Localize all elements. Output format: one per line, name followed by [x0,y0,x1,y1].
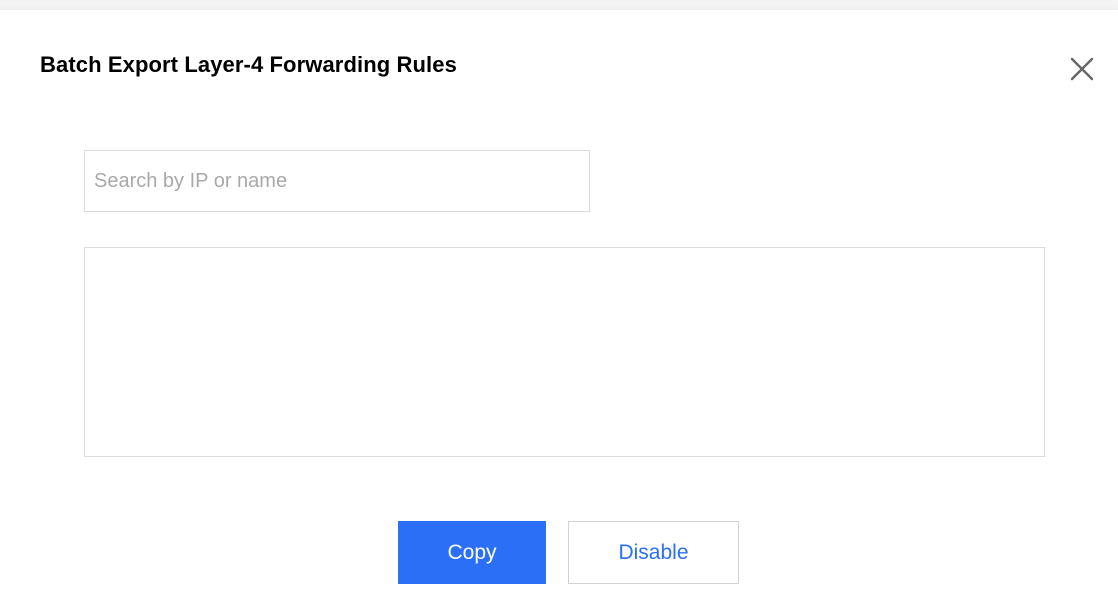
disable-button-label: Disable [618,540,689,564]
export-result-textarea[interactable] [84,247,1045,457]
close-icon [1070,57,1094,81]
copy-button-label: Copy [447,540,497,564]
page-background: Batch Export Layer-4 Forwarding Rules Co… [0,0,1118,612]
dialog-title: Batch Export Layer-4 Forwarding Rules [40,52,457,77]
disable-button[interactable]: Disable [568,521,739,584]
search-input[interactable] [84,150,590,212]
batch-export-dialog: Batch Export Layer-4 Forwarding Rules Co… [0,10,1118,612]
copy-button[interactable]: Copy [398,521,546,584]
close-button[interactable] [1068,55,1096,83]
